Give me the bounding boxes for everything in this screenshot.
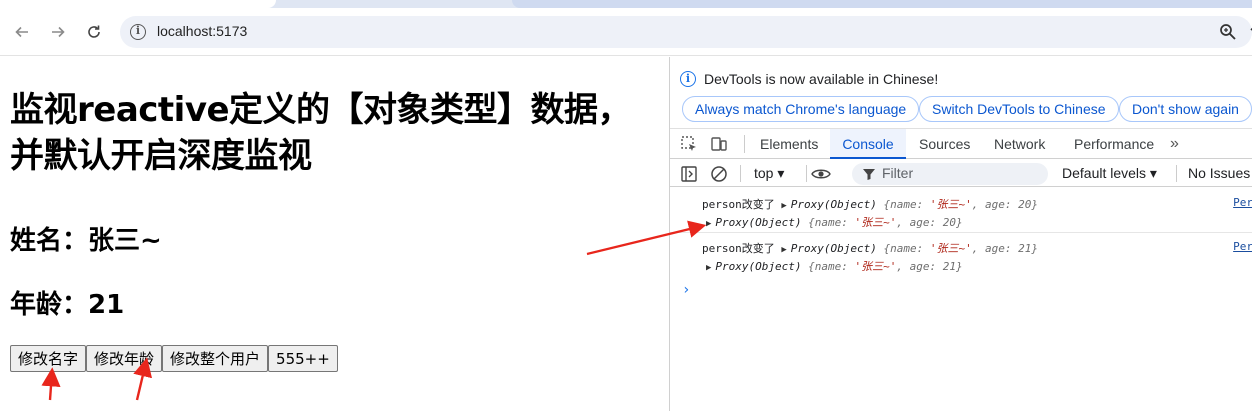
filter-icon [863, 169, 875, 180]
info-icon[interactable]: i [130, 24, 146, 40]
url-text[interactable]: localhost:5173 [157, 23, 247, 39]
object-number-value: 20 [942, 216, 957, 229]
proxy-label[interactable]: Proxy(Object) [715, 216, 801, 229]
forward-arrow-icon [52, 26, 65, 38]
object-brace: } [1031, 242, 1039, 255]
object-string-value: '张三~' [929, 242, 972, 255]
change-user-button[interactable]: 修改整个用户 [162, 345, 269, 372]
name-display: 姓名：张三~ [10, 226, 162, 256]
console-log-entry: person改变了 ▶ Proxy(Object) {name: '张三~', a… [670, 193, 1252, 233]
expand-triangle-icon[interactable]: ▶ [781, 201, 786, 211]
filter-placeholder: Filter [882, 165, 914, 181]
tab-network[interactable]: Network [994, 129, 1045, 159]
proxy-label[interactable]: Proxy(Object) [715, 260, 801, 273]
object-brace: { [808, 260, 815, 273]
page-title: 监视reactive定义的【对象类型】数据，并默认开启深度监视 [10, 90, 632, 176]
address-bar[interactable]: i localhost:5173 [120, 16, 1252, 48]
devtools-infobar: i DevTools is now available in Chinese! … [670, 57, 1252, 129]
clear-console-icon[interactable] [710, 165, 728, 183]
object-string-value: '张三~' [854, 216, 897, 229]
info-icon: i [680, 71, 696, 87]
object-number-value: 20 [1018, 198, 1032, 211]
source-link[interactable]: Per [1233, 196, 1252, 209]
object-key: , age: [896, 260, 937, 273]
browser-toolbar: i localhost:5173 [0, 8, 1252, 56]
reload-icon [88, 25, 100, 38]
console-log-entry: person改变了 ▶ Proxy(Object) {name: '张三~', a… [670, 237, 1252, 277]
expand-triangle-icon[interactable]: ▶ [706, 219, 711, 229]
inspect-element-icon[interactable] [680, 135, 698, 153]
devtools-tabs: Elements Console Sources Network Perform… [670, 129, 1252, 159]
log-line: person改变了 ▶ Proxy(Object) {name: '张三~', a… [702, 196, 1038, 212]
object-key: , age: [971, 198, 1012, 211]
expand-triangle-icon[interactable]: ▶ [781, 245, 786, 255]
device-toolbar-icon[interactable] [710, 135, 728, 153]
active-tab[interactable] [0, 0, 276, 8]
web-page: 监视reactive定义的【对象类型】数据，并默认开启深度监视 姓名：张三~ 年… [0, 57, 669, 411]
source-link[interactable]: Per [1233, 240, 1252, 253]
eye-icon[interactable] [810, 165, 832, 183]
devtools-panel: i DevTools is now available in Chinese! … [669, 57, 1252, 411]
object-key: , age: [971, 242, 1012, 255]
log-line-expandable[interactable]: ▶ Proxy(Object) {name: '张三~', age: 21} [706, 258, 963, 274]
object-number-value: 21 [942, 260, 957, 273]
reload-button[interactable] [80, 18, 108, 46]
infobar-message: DevTools is now available in Chinese! [704, 71, 939, 87]
object-string-value: '张三~' [929, 198, 972, 211]
divider [1176, 165, 1177, 182]
object-brace: { [808, 216, 815, 229]
log-levels-dropdown[interactable]: Default levels ▾ [1062, 165, 1157, 182]
change-name-button[interactable]: 修改名字 [10, 345, 87, 372]
object-key: name: [890, 198, 924, 211]
tab-elements[interactable]: Elements [760, 129, 818, 159]
more-tabs-chevron-icon[interactable]: » [1170, 129, 1179, 159]
divider [740, 165, 741, 182]
object-key: name: [890, 242, 924, 255]
filter-input[interactable]: Filter [852, 163, 1048, 185]
context-selector[interactable]: top ▾ [754, 165, 784, 182]
back-arrow-icon [15, 26, 28, 38]
proxy-label[interactable]: Proxy(Object) [791, 198, 877, 211]
log-line-expandable[interactable]: ▶ Proxy(Object) {name: '张三~', age: 20} [706, 214, 963, 230]
forward-button[interactable] [44, 18, 72, 46]
object-string-value: '张三~' [854, 260, 897, 273]
log-prefix: person改变了 [702, 242, 775, 255]
button-row: 修改名字 修改年龄 修改整个用户 555++ [10, 345, 338, 372]
screenshot-root: i localhost:5173 监视reactive定义的【对象类型】数据，并… [0, 0, 1252, 411]
proxy-label[interactable]: Proxy(Object) [791, 242, 877, 255]
divider [744, 135, 745, 153]
age-display: 年龄：21 [10, 290, 125, 320]
inactive-tab[interactable] [512, 0, 1252, 8]
object-key: name: [814, 216, 848, 229]
object-brace: } [956, 216, 963, 229]
object-number-value: 21 [1018, 242, 1032, 255]
match-language-button[interactable]: Always match Chrome's language [682, 96, 920, 122]
back-button[interactable] [8, 18, 36, 46]
zoom-icon[interactable] [1218, 22, 1238, 42]
tab-performance[interactable]: Performance [1074, 129, 1154, 159]
expand-triangle-icon[interactable]: ▶ [706, 263, 711, 273]
console-toolbar: top ▾ Filter Default levels ▾ No Issues [670, 160, 1252, 187]
object-brace: } [1031, 198, 1039, 211]
change-age-button[interactable]: 修改年龄 [86, 345, 163, 372]
object-key: , age: [896, 216, 937, 229]
console-prompt[interactable]: › [682, 282, 690, 298]
tab-sources[interactable]: Sources [919, 129, 970, 159]
share-icon[interactable] [1248, 22, 1252, 42]
log-line: person改变了 ▶ Proxy(Object) {name: '张三~', a… [702, 240, 1038, 256]
counter-button[interactable]: 555++ [268, 345, 338, 372]
issues-button[interactable]: No Issues [1188, 165, 1250, 181]
tab-strip [0, 0, 1252, 8]
tab-console[interactable]: Console [830, 129, 906, 159]
switch-chinese-button[interactable]: Switch DevTools to Chinese [919, 96, 1119, 122]
dont-show-again-button[interactable]: Don't show again [1119, 96, 1252, 122]
sidebar-toggle-icon[interactable] [680, 165, 698, 183]
object-key: name: [814, 260, 848, 273]
divider [806, 165, 807, 182]
log-prefix: person改变了 [702, 198, 775, 211]
object-brace: } [956, 260, 963, 273]
